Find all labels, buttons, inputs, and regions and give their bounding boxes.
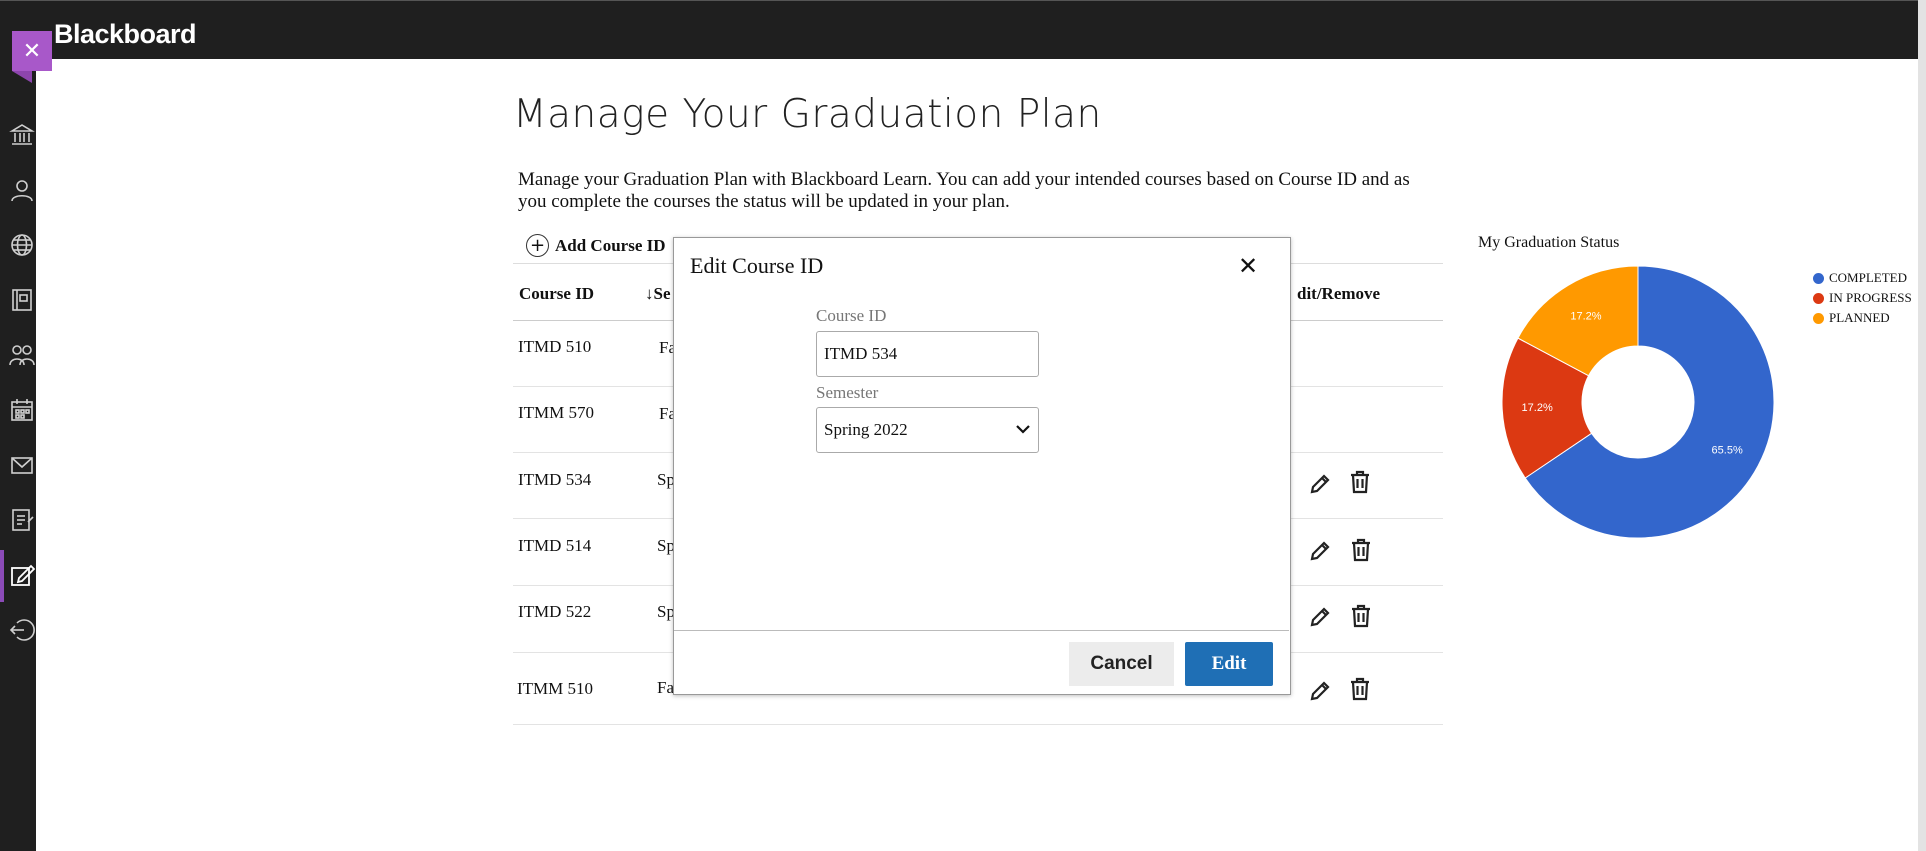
slice-value-label: 65.5% xyxy=(1712,444,1743,456)
course-id-cell: ITMD 522 xyxy=(518,602,592,621)
header-semester[interactable]: ↓Se xyxy=(645,284,671,304)
legend-label: PLANNED xyxy=(1829,310,1890,325)
brand-logo: Blackboard xyxy=(54,19,197,49)
intro-text: Manage your Graduation Plan with Blackbo… xyxy=(518,169,1410,212)
legend-item[interactable]: COMPLETED xyxy=(1813,268,1912,288)
top-bar: Blackboard xyxy=(0,0,1926,59)
dialog-close-button[interactable]: ✕ xyxy=(1238,252,1258,280)
scrollbar-track[interactable] xyxy=(1918,0,1926,851)
trash-icon[interactable] xyxy=(1348,603,1374,629)
header-edit-remove: dit/Remove xyxy=(1297,284,1381,303)
course-id-cell: ITMD 510 xyxy=(518,337,592,356)
legend-label: IN PROGRESS xyxy=(1829,290,1912,305)
organizations-icon[interactable] xyxy=(9,342,35,368)
dialog-title: Edit Course ID xyxy=(690,253,824,278)
trash-icon[interactable] xyxy=(1347,676,1373,702)
edit-button[interactable]: Edit xyxy=(1185,642,1273,686)
sign-out-icon[interactable] xyxy=(9,617,35,643)
add-course-label: Add Course ID xyxy=(555,235,666,255)
chart-title: My Graduation Status xyxy=(1478,234,1620,251)
edit-pencil-icon[interactable] xyxy=(1307,604,1333,630)
graduation-status-donut-chart: 65.5% 17.2% 17.2% xyxy=(1501,265,1775,539)
course-id-label: Course ID xyxy=(816,306,887,325)
semester-select[interactable]: Spring 2022 xyxy=(816,407,1039,453)
legend-swatch xyxy=(1813,312,1824,324)
course-id-cell: ITMD 514 xyxy=(518,536,592,555)
profile-icon[interactable] xyxy=(9,177,35,203)
page-title: Manage Your Graduation Plan xyxy=(513,92,1102,137)
close-icon: ✕ xyxy=(1238,252,1259,280)
grades-icon[interactable] xyxy=(9,507,35,533)
course-id-input[interactable] xyxy=(816,331,1039,377)
edit-course-dialog: Edit Course ID ✕ Course ID Semester Spri… xyxy=(673,237,1291,695)
edit-pencil-icon[interactable] xyxy=(1307,471,1333,497)
header-course-id[interactable]: Course ID xyxy=(519,284,594,304)
legend-item[interactable]: PLANNED xyxy=(1813,308,1912,328)
close-icon: ✕ xyxy=(22,38,42,64)
globe-icon[interactable] xyxy=(9,232,35,258)
messages-icon[interactable] xyxy=(9,452,35,478)
calendar-icon[interactable] xyxy=(9,397,35,423)
graduation-plan-icon[interactable] xyxy=(9,562,36,588)
add-course-button[interactable]: + Add Course ID xyxy=(526,234,666,257)
close-panel-tab xyxy=(12,71,32,83)
legend-swatch xyxy=(1813,292,1824,304)
semester-cell: Fa xyxy=(657,678,674,697)
close-panel-button[interactable]: ✕ xyxy=(12,31,52,71)
edit-pencil-icon[interactable] xyxy=(1307,678,1333,704)
legend-swatch xyxy=(1813,272,1824,284)
chevron-down-icon xyxy=(1015,422,1031,438)
trash-icon[interactable] xyxy=(1348,537,1374,563)
edit-pencil-icon[interactable] xyxy=(1307,538,1333,564)
semester-label: Semester xyxy=(816,383,879,402)
trash-icon[interactable] xyxy=(1347,469,1373,495)
chart-legend: COMPLETED IN PROGRESS PLANNED xyxy=(1813,268,1912,328)
dialog-footer-divider xyxy=(674,630,1289,631)
legend-label: COMPLETED xyxy=(1829,270,1907,285)
semester-selected-value: Spring 2022 xyxy=(824,420,908,439)
slice-value-label: 17.2% xyxy=(1570,310,1601,322)
left-sidebar xyxy=(0,59,36,851)
course-id-cell: ITMM 570 xyxy=(518,403,595,422)
slice-value-label: 17.2% xyxy=(1522,402,1553,414)
add-circle-icon: + xyxy=(526,234,549,257)
courses-icon[interactable] xyxy=(9,287,35,313)
course-id-cell: ITMD 534 xyxy=(518,470,592,489)
legend-item[interactable]: IN PROGRESS xyxy=(1813,288,1912,308)
course-id-cell: ITMM 510 xyxy=(517,679,594,698)
cancel-button[interactable]: Cancel xyxy=(1069,642,1174,686)
sidebar-active-indicator xyxy=(0,550,4,602)
institution-icon[interactable] xyxy=(9,122,35,148)
